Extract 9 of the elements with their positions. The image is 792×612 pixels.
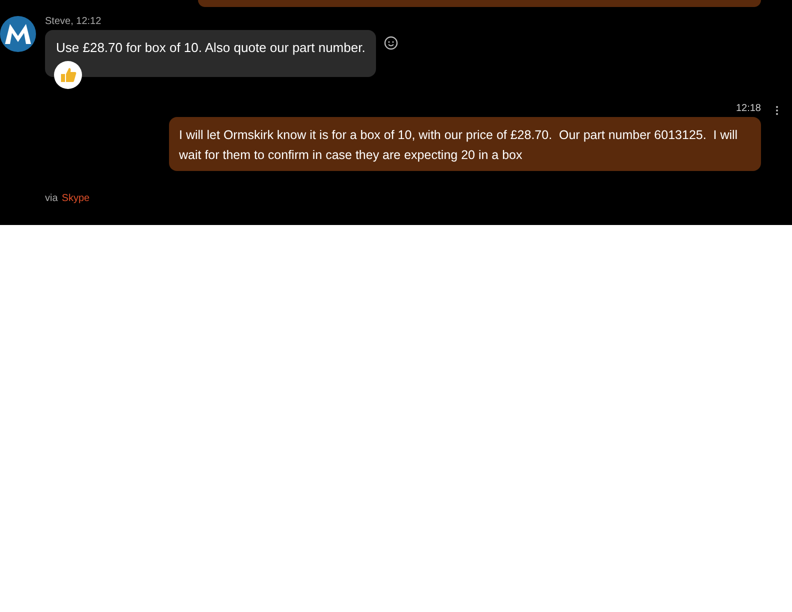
via-label: via xyxy=(45,193,58,204)
thumbs-up-icon[interactable] xyxy=(54,61,82,89)
emoji-icon[interactable] xyxy=(384,36,398,50)
message-bubble: I will let Ormskirk know it is for a box of 10, with our price of £28.70. Our part number 6013125. I will wait for them to confirm in case they are expecting 20 in a box xyxy=(169,117,761,171)
sender-name: Steve, 12:12 xyxy=(45,16,102,27)
message-time: 12:18 xyxy=(736,103,761,114)
skype-link[interactable]: Skype xyxy=(62,193,90,204)
avatar-logo-icon xyxy=(0,16,36,52)
more-options-icon[interactable] xyxy=(774,103,780,117)
